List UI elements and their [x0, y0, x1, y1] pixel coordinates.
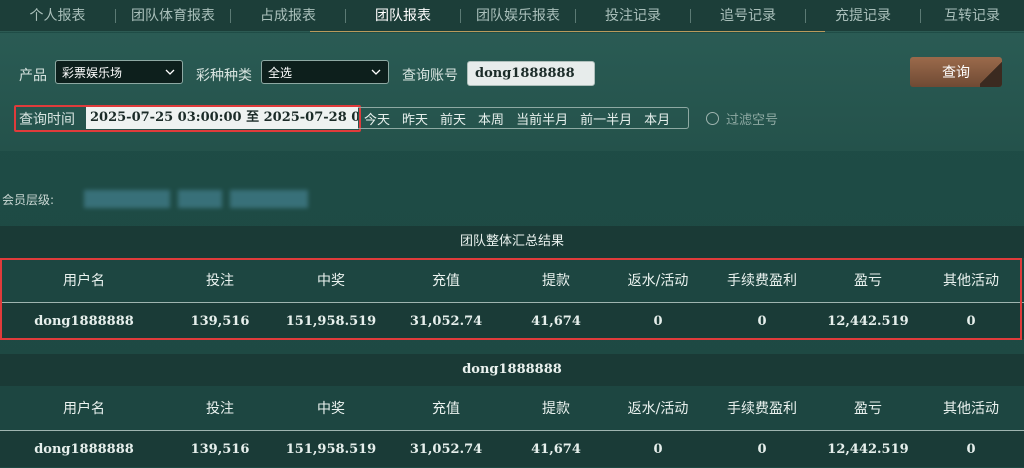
query-button-label: 查询 — [942, 65, 970, 81]
query-time-label: 查询时间 — [19, 112, 75, 128]
column-header-username: 用户名 — [63, 401, 105, 417]
quick-range-current-half-month[interactable]: 当前半月 — [516, 109, 568, 128]
product-select[interactable]: 彩票娱乐场 — [55, 60, 183, 84]
chevron-down-icon — [371, 69, 381, 75]
lottery-type-select-value: 全选 — [268, 65, 293, 80]
cell-profit-loss: 12,442.519 — [827, 441, 909, 457]
cell-other-activity: 0 — [966, 441, 976, 457]
member-level-redacted — [230, 190, 308, 208]
filter-panel: 产品 彩票娱乐场 彩种种类 全选 查询账号 dong1888888 查询 查询时… — [0, 33, 1024, 151]
tab-team-sports-report[interactable]: 团队体育报表 — [116, 0, 230, 32]
report-tabs: 个人报表 团队体育报表 占成报表 团队报表 团队娱乐报表 投注记录 追号记录 充… — [0, 0, 1024, 32]
product-select-value: 彩票娱乐场 — [62, 65, 123, 80]
column-header-fee-profit: 手续费盈利 — [727, 401, 797, 417]
quick-range-this-month[interactable]: 本月 — [644, 109, 670, 128]
chevron-down-icon — [165, 69, 175, 75]
quick-range-previous-half-month[interactable]: 前一半月 — [580, 109, 632, 128]
cell-username: dong1888888 — [34, 441, 134, 457]
summary-title: 团队整体汇总结果 — [0, 226, 1024, 258]
column-header-profit-loss: 盈亏 — [854, 401, 882, 417]
filter-empty-radio[interactable] — [706, 112, 719, 125]
lottery-type-select[interactable]: 全选 — [261, 60, 389, 84]
tab-team-entertainment-report[interactable]: 团队娱乐报表 — [461, 0, 575, 32]
tab-deposit-withdraw-records[interactable]: 充提记录 — [806, 0, 920, 32]
detail-title: dong1888888 — [0, 354, 1024, 386]
tab-personal-report[interactable]: 个人报表 — [0, 0, 115, 32]
cell-rebate-activity: 0 — [653, 441, 663, 457]
cell-fee-profit: 0 — [757, 441, 767, 457]
quick-range-group: 今天 昨天 前天 本周 当前半月 前一半月 本月 — [358, 107, 689, 129]
product-label: 产品 — [19, 68, 47, 84]
filter-empty-label: 过滤空号 — [726, 113, 779, 128]
account-label: 查询账号 — [402, 68, 458, 84]
tab-chase-records[interactable]: 追号记录 — [691, 0, 805, 32]
table-row: dong1888888 139,516 151,958.519 31,052.74 41… — [0, 431, 1024, 467]
member-level-redacted — [84, 190, 170, 208]
column-header-other-activity: 其他活动 — [943, 401, 999, 417]
column-header-bet: 投注 — [206, 401, 234, 417]
cell-bet: 139,516 — [190, 441, 250, 457]
quick-range-this-week[interactable]: 本周 — [478, 109, 504, 128]
button-corner-decoration — [980, 57, 1002, 87]
quick-range-day-before[interactable]: 前天 — [440, 109, 466, 128]
column-header-win: 中奖 — [317, 401, 345, 417]
quick-range-today[interactable]: 今天 — [364, 109, 390, 128]
query-time-input[interactable]: 2025-07-25 03:00:00 至 2025-07-28 03:00:0 — [86, 107, 358, 129]
member-level-label: 会员层级: — [2, 193, 55, 207]
tab-bet-records[interactable]: 投注记录 — [576, 0, 690, 32]
tab-share-report[interactable]: 占成报表 — [231, 0, 345, 32]
summary-highlight — [0, 258, 1022, 340]
tab-team-report[interactable]: 团队报表 — [346, 0, 460, 32]
account-input[interactable]: dong1888888 — [467, 61, 595, 86]
column-header-rebate-activity: 返水/活动 — [627, 401, 689, 417]
member-level-redacted — [178, 190, 222, 208]
query-button[interactable]: 查询 — [910, 57, 1002, 87]
lottery-type-label: 彩种种类 — [196, 68, 252, 84]
quick-range-yesterday[interactable]: 昨天 — [402, 109, 428, 128]
cell-deposit: 31,052.74 — [409, 441, 483, 457]
cell-win: 151,958.519 — [285, 441, 377, 457]
column-header-deposit: 充值 — [432, 401, 460, 417]
cell-withdraw: 41,674 — [531, 441, 581, 457]
detail-header-row: 用户名 投注 中奖 充值 提款 返水/活动 手续费盈利 盈亏 其他活动 — [0, 386, 1024, 430]
tab-transfer-records[interactable]: 互转记录 — [921, 0, 1023, 32]
column-header-withdraw: 提款 — [542, 401, 570, 417]
active-tab-underline — [310, 31, 825, 32]
